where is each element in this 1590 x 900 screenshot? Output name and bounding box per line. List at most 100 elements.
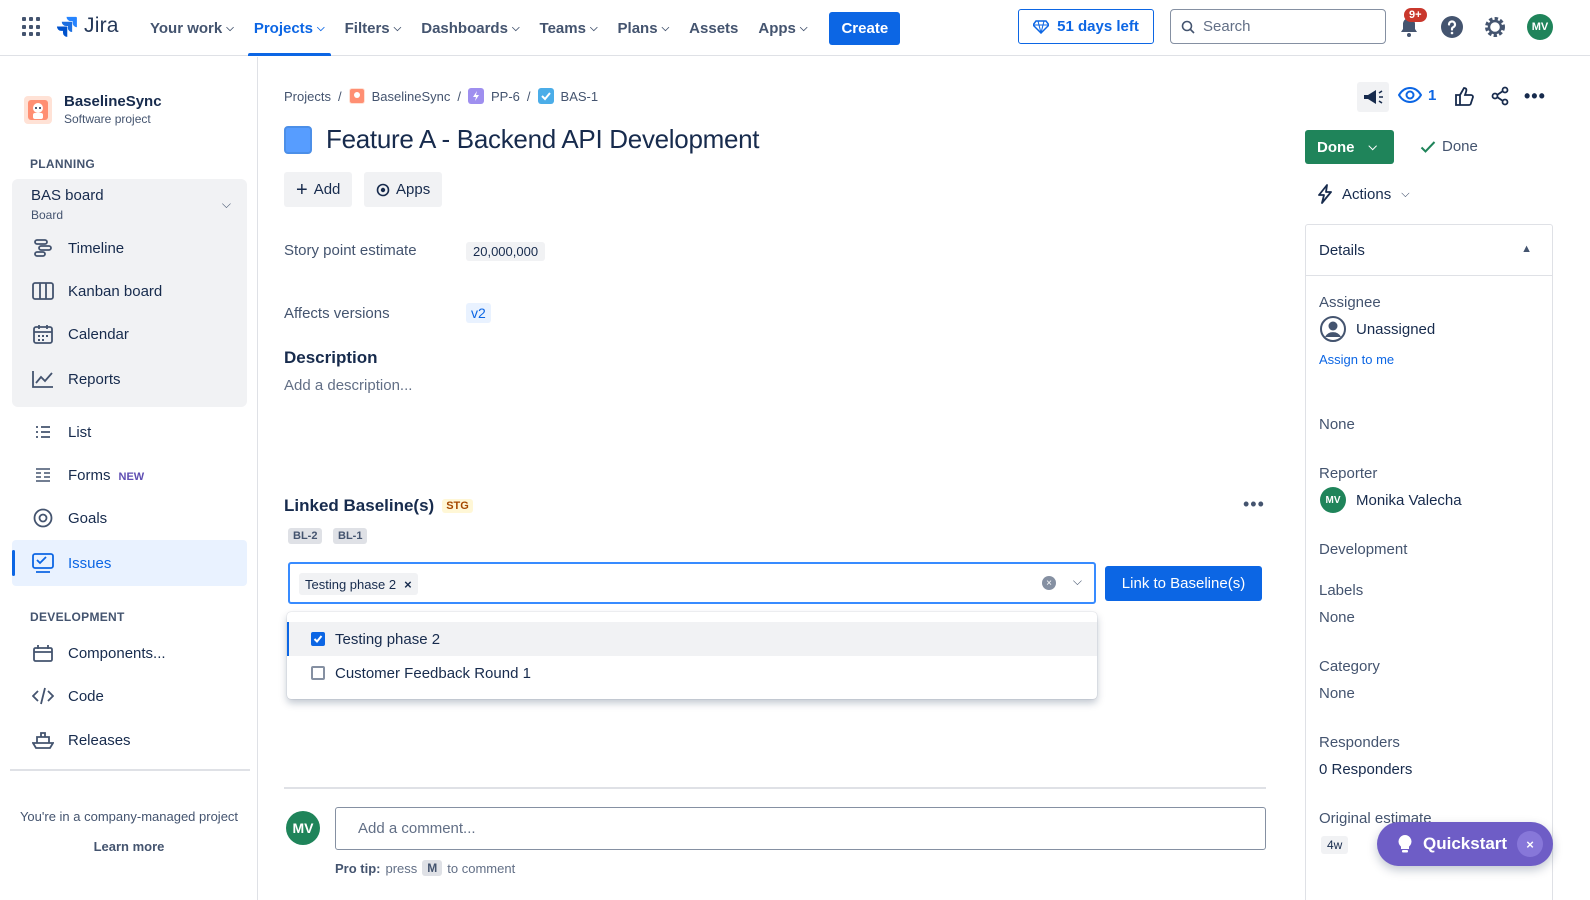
remove-chip-icon[interactable]: ×: [404, 577, 412, 592]
option-testing-phase-2[interactable]: Testing phase 2: [287, 622, 1097, 656]
checkbox-checked-icon[interactable]: [311, 632, 325, 646]
more-icon[interactable]: •••: [1524, 86, 1546, 107]
sidebar-item-timeline[interactable]: Timeline: [32, 236, 124, 260]
breadcrumb-separator: /: [337, 88, 342, 104]
baseline-multiselect[interactable]: Testing phase 2 × × ⌵: [288, 562, 1096, 604]
vote-button[interactable]: [1454, 86, 1474, 106]
sidebar-item-label: Goals: [68, 509, 108, 527]
sidebar-item-kanban-board[interactable]: Kanban board: [32, 279, 162, 303]
issues-icon: [32, 552, 54, 574]
nav-projects[interactable]: Projects ⌵: [244, 0, 335, 56]
sidebar-item-components[interactable]: Components...: [32, 641, 166, 665]
breadcrumb-projects[interactable]: Projects: [284, 89, 331, 104]
affects-versions-value[interactable]: v2: [466, 303, 491, 323]
issue-type-icon[interactable]: [284, 125, 312, 154]
search-input[interactable]: Search: [1170, 9, 1386, 44]
nav-label: Your work: [150, 19, 223, 37]
none-value[interactable]: None: [1319, 416, 1355, 433]
protip-suffix: to comment: [447, 860, 516, 876]
link-to-baselines-button[interactable]: Link to Baseline(s): [1105, 566, 1262, 601]
breadcrumb-issue[interactable]: BAS-1: [561, 89, 599, 104]
story-points-label: Story point estimate: [284, 242, 417, 259]
category-value[interactable]: None: [1319, 685, 1355, 702]
settings-button[interactable]: [1482, 14, 1508, 40]
watch-button[interactable]: 1: [1398, 86, 1436, 104]
share-button[interactable]: [1490, 86, 1510, 106]
nav-assets[interactable]: Assets: [679, 0, 748, 56]
project-avatar-icon: [28, 99, 48, 120]
more-actions-icon[interactable]: •••: [1243, 494, 1265, 515]
board-selector[interactable]: BAS board Board: [31, 187, 104, 222]
learn-more-link[interactable]: Learn more: [0, 839, 258, 854]
reporter-field[interactable]: MV Monika Valecha: [1320, 487, 1462, 513]
comment-input[interactable]: Add a comment...: [335, 807, 1266, 850]
new-tag: NEW: [118, 470, 145, 483]
task-icon: [537, 88, 554, 104]
breadcrumb-project[interactable]: BaselineSync: [372, 89, 451, 104]
add-label: Add: [313, 181, 341, 198]
ship-icon: [32, 729, 54, 751]
linked-baselines-title: Linked Baseline(s): [284, 496, 435, 515]
lightbulb-icon: [1398, 835, 1412, 853]
chevron-up-icon[interactable]: ▲: [1521, 243, 1532, 255]
user-avatar[interactable]: MV: [1527, 14, 1553, 40]
sidebar-item-label: List: [68, 423, 92, 441]
clear-icon[interactable]: ×: [1042, 576, 1056, 590]
nav-dashboards[interactable]: Dashboards ⌵: [411, 0, 529, 56]
apps-icon: [376, 183, 390, 196]
sidebar-item-list[interactable]: List: [32, 420, 91, 444]
feedback-button[interactable]: [1357, 82, 1389, 112]
env-tag: STG: [442, 499, 473, 513]
assign-to-me-link[interactable]: Assign to me: [1319, 352, 1394, 367]
assignee-field[interactable]: Unassigned: [1320, 316, 1435, 342]
quickstart-button[interactable]: Quickstart ×: [1377, 822, 1553, 866]
details-header[interactable]: Details ▲: [1306, 225, 1552, 276]
help-button[interactable]: [1439, 14, 1465, 40]
logo-text: Jira: [84, 14, 119, 37]
sidebar-item-calendar[interactable]: Calendar: [32, 322, 129, 346]
timeline-icon: [32, 237, 54, 259]
close-icon[interactable]: ×: [1517, 831, 1543, 857]
nav-filters[interactable]: Filters ⌵: [335, 0, 412, 56]
sidebar-item-releases[interactable]: Releases: [32, 728, 131, 752]
actions-button[interactable]: Actions ⌵: [1318, 184, 1410, 204]
nav-teams[interactable]: Teams ⌵: [530, 0, 608, 56]
jira-logo[interactable]: Jira: [56, 14, 119, 38]
app-switcher-icon[interactable]: [22, 17, 42, 37]
project-header[interactable]: BaselineSync Software project: [24, 93, 162, 126]
breadcrumb-parent[interactable]: PP-6: [491, 89, 520, 104]
apps-button[interactable]: Apps: [364, 172, 443, 207]
project-type: Software project: [64, 112, 151, 126]
sidebar-item-forms[interactable]: Forms NEW: [32, 463, 144, 487]
option-customer-feedback[interactable]: Customer Feedback Round 1: [287, 656, 1097, 690]
nav-your-work[interactable]: Your work ⌵: [140, 0, 244, 56]
add-button[interactable]: + Add: [284, 172, 353, 207]
story-points-value[interactable]: 20,000,000: [466, 242, 546, 261]
chevron-down-icon[interactable]: ⌵: [1073, 574, 1082, 589]
issue-summary[interactable]: Feature A - Backend API Development: [326, 124, 760, 155]
nav-apps[interactable]: Apps ⌵: [748, 0, 817, 56]
responders-value[interactable]: 0 Responders: [1319, 761, 1412, 778]
nav-plans[interactable]: Plans ⌵: [608, 0, 680, 56]
check-icon: [1420, 140, 1436, 153]
baseline-chip[interactable]: BL-2: [288, 528, 323, 544]
labels-value[interactable]: None: [1319, 609, 1355, 626]
original-estimate-value[interactable]: 4w: [1321, 836, 1349, 854]
sidebar-item-issues[interactable]: Issues: [32, 551, 111, 575]
baseline-options-menu: Testing phase 2 Customer Feedback Round …: [287, 612, 1097, 699]
sidebar-divider: [10, 769, 250, 771]
chevron-down-icon[interactable]: ⌵: [222, 197, 231, 212]
baseline-chip[interactable]: BL-1: [333, 528, 368, 544]
megaphone-icon: [1364, 90, 1383, 104]
sidebar-item-reports[interactable]: Reports: [32, 367, 121, 391]
sidebar-item-code[interactable]: Code: [32, 684, 104, 708]
notification-badge: 9+: [1404, 8, 1427, 22]
create-button[interactable]: Create: [829, 11, 901, 45]
description-placeholder[interactable]: Add a description...: [284, 377, 412, 394]
status-dropdown[interactable]: Done ⌵: [1305, 130, 1394, 164]
apps-label: Apps: [396, 181, 431, 198]
main-nav: Your work ⌵ Projects ⌵ Filters ⌵ Dashboards…: [140, 0, 901, 56]
sidebar-item-goals[interactable]: Goals: [32, 506, 107, 530]
checkbox-unchecked-icon[interactable]: [311, 666, 325, 680]
trial-button[interactable]: 51 days left: [1018, 9, 1154, 44]
